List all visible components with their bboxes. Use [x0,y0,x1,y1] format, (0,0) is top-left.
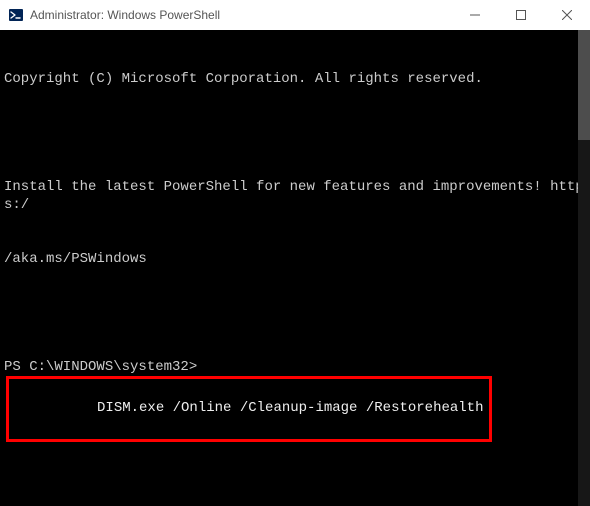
command-highlight-box: DISM.exe /Online /Cleanup-image /Restore… [6,376,492,442]
prompt-text: PS C:\WINDOWS\system32> [4,358,197,376]
prompt-line: PS C:\WINDOWS\system32> DISM.exe /Online… [4,358,584,442]
install-msg-line2: /aka.ms/PSWindows [4,250,584,268]
copyright-line: Copyright (C) Microsoft Corporation. All… [4,70,584,88]
vertical-scrollbar[interactable] [578,30,590,506]
terminal-output: Copyright (C) Microsoft Corporation. All… [0,30,590,484]
powershell-icon [8,7,24,23]
blank-line [4,304,584,322]
powershell-window: Administrator: Windows PowerShell Copyri… [0,0,590,506]
command-text: DISM.exe /Online /Cleanup-image /Restore… [97,400,483,416]
minimize-button[interactable] [452,0,498,30]
window-controls [452,0,590,30]
terminal-area[interactable]: Copyright (C) Microsoft Corporation. All… [0,30,590,506]
titlebar[interactable]: Administrator: Windows PowerShell [0,0,590,30]
close-button[interactable] [544,0,590,30]
blank-line [4,124,584,142]
maximize-button[interactable] [498,0,544,30]
scrollbar-thumb[interactable] [578,30,590,140]
window-title: Administrator: Windows PowerShell [30,8,452,22]
install-msg-line1: Install the latest PowerShell for new fe… [4,178,584,214]
